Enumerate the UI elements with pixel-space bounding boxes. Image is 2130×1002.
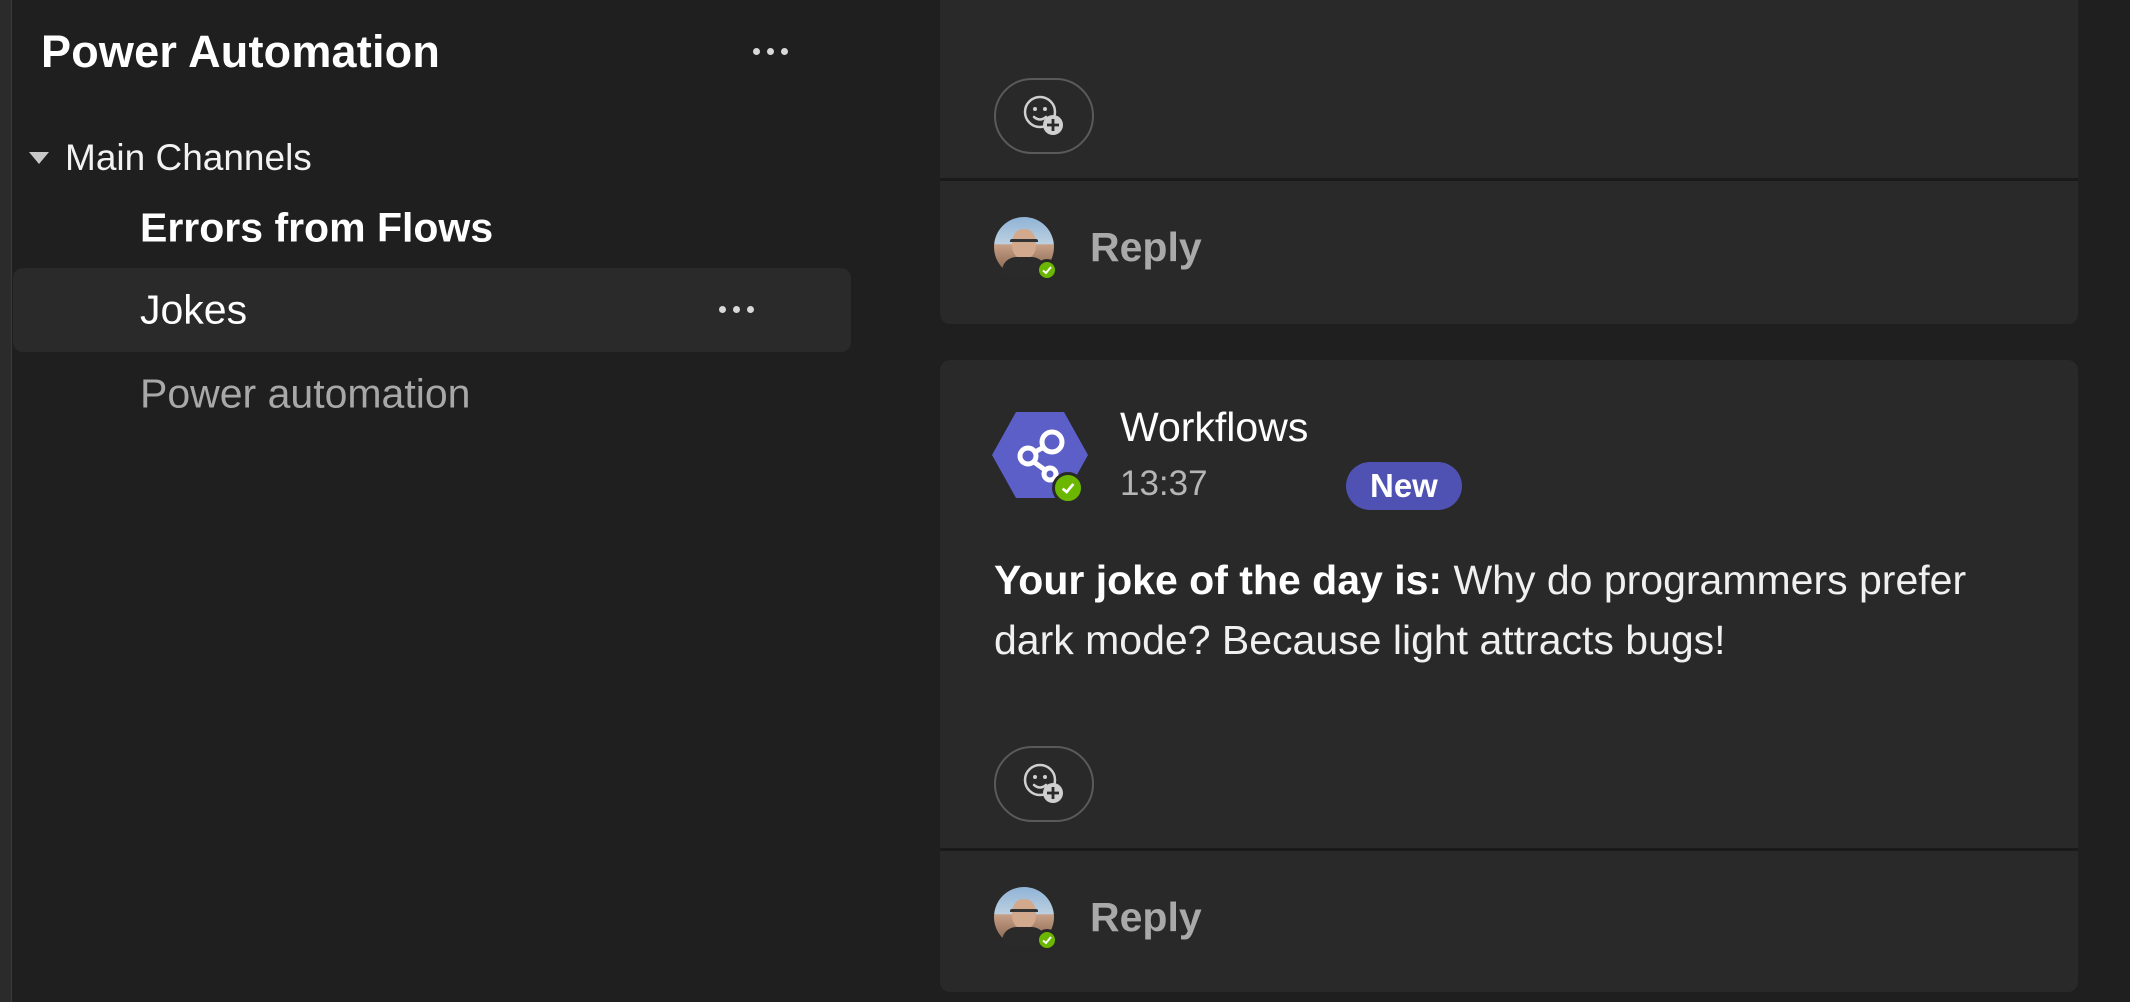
presence-available-icon (1036, 259, 1058, 281)
reply-button[interactable]: Reply (994, 212, 1202, 282)
channel-more-options-button[interactable] (719, 306, 754, 313)
channel-item-errors-from-flows[interactable]: Errors from Flows (13, 186, 851, 270)
add-reaction-button[interactable] (994, 78, 1094, 154)
channel-item-power-automation[interactable]: Power automation (13, 352, 851, 436)
teams-window: Power Automation Main Channels Errors fr… (0, 0, 2130, 1002)
presence-available-icon (1036, 929, 1058, 951)
card-divider (940, 178, 2078, 181)
add-reaction-icon (1023, 763, 1063, 803)
message-body: Your joke of the day is: Why do programm… (994, 550, 2054, 670)
team-title: Power Automation (41, 26, 441, 77)
card-divider (940, 848, 2078, 851)
team-more-options-button[interactable] (753, 48, 788, 55)
message-pane: Reply Workflows 13:37 New Your joke of t… (860, 0, 2130, 1002)
app-rail (0, 0, 12, 1002)
user-avatar (994, 217, 1058, 281)
add-reaction-icon (1023, 95, 1063, 135)
channel-group-label: Main Channels (65, 137, 312, 178)
add-reaction-button[interactable] (994, 746, 1094, 822)
reply-button[interactable]: Reply (994, 882, 1202, 952)
sender-name[interactable]: Workflows (1120, 404, 1308, 451)
channel-label: Power automation (140, 370, 471, 417)
message-card: Reply (940, 0, 2078, 324)
message-body-bold: Your joke of the day is: (994, 557, 1443, 603)
channel-label: Errors from Flows (140, 204, 494, 251)
message-card: Workflows 13:37 New Your joke of the day… (940, 360, 2078, 992)
reply-label: Reply (1090, 893, 1202, 940)
channel-sidebar: Power Automation Main Channels Errors fr… (13, 0, 860, 1002)
channel-label: Jokes (140, 286, 248, 333)
channel-group-header[interactable]: Main Channels (29, 136, 312, 180)
message-timestamp: 13:37 (1120, 464, 1208, 503)
reply-label: Reply (1090, 223, 1202, 270)
channel-item-jokes[interactable]: Jokes (13, 268, 851, 352)
user-avatar (994, 887, 1058, 951)
presence-available-icon (1052, 472, 1084, 504)
caret-down-icon (29, 152, 49, 164)
new-badge: New (1346, 462, 1462, 510)
